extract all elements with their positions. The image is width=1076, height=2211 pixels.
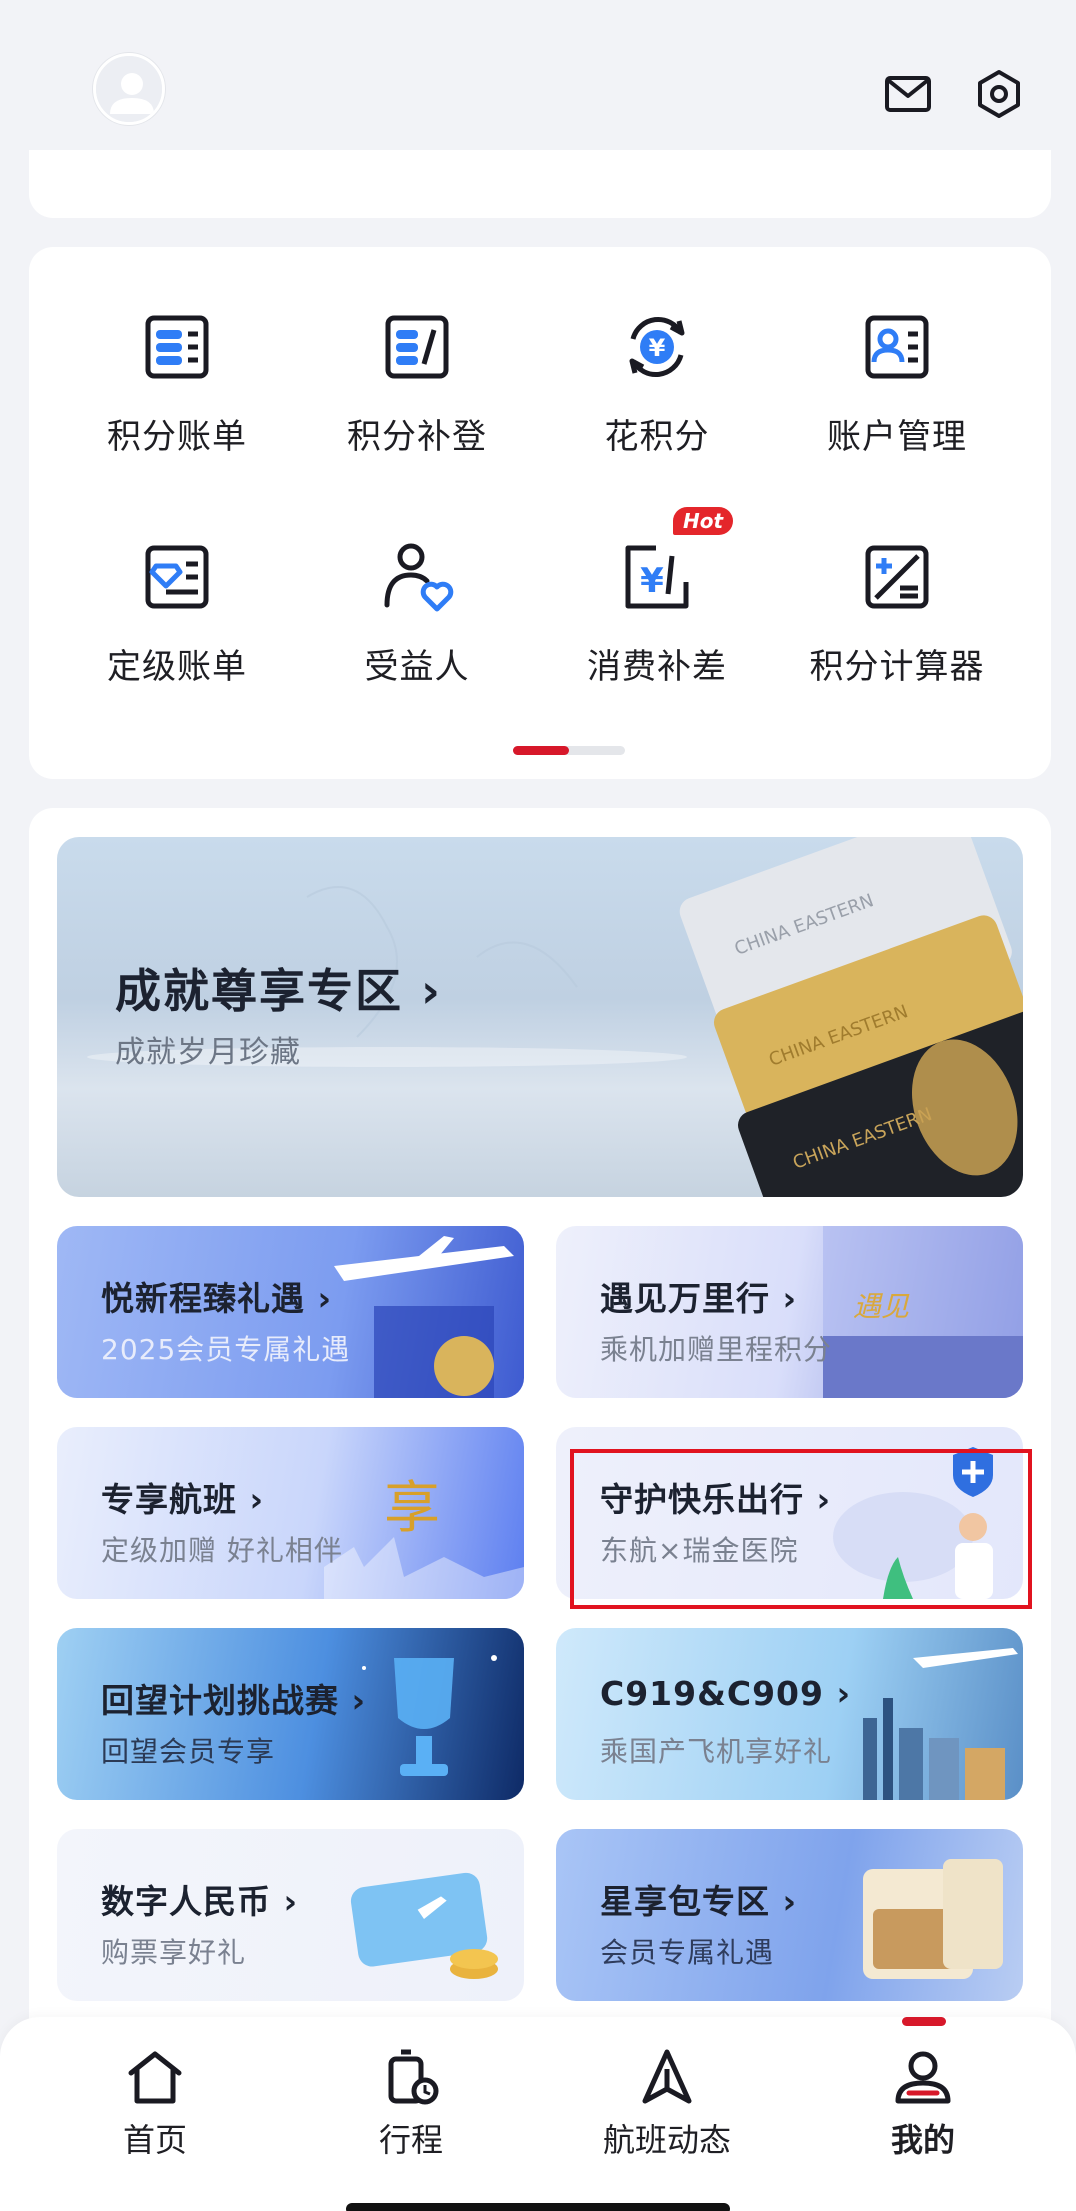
service-spend-points[interactable]: ¥ 花积分: [537, 307, 777, 507]
service-points-supplement[interactable]: 积分补登: [297, 307, 537, 507]
page-indicator-active: [513, 746, 569, 755]
home-icon: [128, 2051, 182, 2104]
achievement-banner[interactable]: CHINA EASTERN CHINA EASTERN CHINA EASTER…: [57, 837, 1023, 1197]
trip-luggage-icon: [388, 2049, 439, 2105]
nav-label: 首页: [122, 2121, 187, 2159]
promo-subtitle: 乘国产飞机享好礼: [600, 1735, 833, 1768]
promo-title: 回望计划挑战赛 ›: [101, 1681, 367, 1720]
promo-subtitle: 乘机加赠里程积分: [600, 1333, 833, 1366]
nav-label: 我的: [890, 2121, 955, 2159]
nav-label: 航班动态: [602, 2121, 731, 2159]
nav-home[interactable]: 首页: [55, 2049, 255, 2161]
svg-text:¥: ¥: [649, 334, 666, 362]
service-account-manage[interactable]: 账户管理: [777, 307, 1017, 507]
promo-subtitle: 会员专属礼遇: [600, 1936, 775, 1969]
banner-subtitle: 成就岁月珍藏: [115, 1035, 301, 1070]
settings-hex-icon[interactable]: [971, 66, 1027, 122]
service-label: 花积分: [604, 417, 710, 457]
svg-text:¥: ¥: [640, 561, 664, 601]
service-label: 定级账单: [107, 647, 247, 687]
promo-title: 遇见万里行 ›: [600, 1279, 798, 1318]
bottom-nav: 首页 行程 航班动态 我的: [0, 2017, 1076, 2211]
promo-title: 专享航班 ›: [101, 1480, 265, 1519]
promo-tile-yuexincheng[interactable]: 悦新程臻礼遇 › 2025会员专属礼遇: [57, 1226, 524, 1398]
airplane-gift-illustration: [334, 1236, 514, 1398]
promo-tile-lookback-challenge[interactable]: 回望计划挑战赛 › 回望会员专享: [57, 1628, 524, 1800]
highlight-box: [570, 1449, 1032, 1609]
promo-subtitle: 定级加赠 好礼相伴: [101, 1534, 343, 1567]
promo-subtitle: 回望会员专享: [101, 1735, 276, 1768]
mail-icon[interactable]: [880, 66, 936, 122]
travel-pass-illustration: [863, 1859, 1003, 1979]
promo-title: 星享包专区 ›: [600, 1882, 798, 1921]
tier-bill-icon: [137, 537, 217, 617]
nav-label: 行程: [378, 2121, 443, 2159]
svg-text:享: 享: [384, 1476, 440, 1541]
promo-title: 数字人民币 ›: [101, 1882, 299, 1921]
ticket-coins-illustration: [350, 1872, 498, 1979]
promo-tile-digital-rmb[interactable]: 数字人民币 › 购票享好礼: [57, 1829, 524, 2001]
promo-tile-exclusive-flight[interactable]: 享 专享航班 › 定级加赠 好礼相伴: [57, 1427, 524, 1599]
service-label: 积分计算器: [809, 647, 985, 687]
promo-title: 悦新程臻礼遇 ›: [101, 1279, 333, 1318]
points-calculator-icon: [857, 537, 937, 617]
svg-text:遇见: 遇见: [853, 1290, 910, 1323]
promo-tile-c919-c909[interactable]: C919&C909 › 乘国产飞机享好礼: [556, 1628, 1023, 1800]
city-skyline-airplane-illustration: [863, 1648, 1018, 1800]
service-tier-bill[interactable]: 定级账单: [57, 537, 297, 737]
user-avatar[interactable]: [93, 53, 165, 125]
promo-subtitle: 2025会员专属礼遇: [101, 1333, 351, 1366]
service-consume-supplement[interactable]: ¥ Hot 消费补差: [537, 507, 777, 737]
user-avatar-icon: [96, 56, 162, 122]
nav-active-indicator: [902, 2017, 946, 2026]
nav-profile[interactable]: 我的: [823, 2049, 1023, 2161]
service-label: 积分账单: [107, 417, 247, 457]
promo-subtitle: 购票享好礼: [101, 1936, 247, 1969]
points-supplement-icon: [377, 307, 457, 387]
banner-title: 成就尊享专区 ›: [115, 964, 442, 1018]
home-indicator-bar[interactable]: [346, 2203, 730, 2211]
profile-icon: [895, 2051, 951, 2104]
nav-flight-status[interactable]: 航班动态: [567, 2049, 767, 2161]
calligraphy-skyline-illustration: 享: [324, 1476, 524, 1599]
flight-status-icon: [642, 2049, 692, 2104]
service-beneficiary[interactable]: 受益人: [297, 537, 537, 737]
service-label: 受益人: [364, 647, 470, 687]
member-card-bottom: [29, 150, 1051, 218]
account-manage-icon: [857, 307, 937, 387]
service-label: 账户管理: [827, 417, 967, 457]
points-bill-icon: [137, 307, 217, 387]
promo-tile-wanlixing[interactable]: 遇见 遇见万里行 › 乘机加赠里程积分: [556, 1226, 1023, 1398]
hot-badge: Hot: [673, 507, 734, 535]
beneficiary-icon: [377, 537, 457, 617]
spend-points-icon: ¥: [617, 307, 697, 387]
service-points-calculator[interactable]: 积分计算器: [777, 537, 1017, 737]
sunset-sea-illustration: 遇见: [823, 1226, 1023, 1398]
service-points-bill[interactable]: 积分账单: [57, 307, 297, 507]
consume-supplement-icon: ¥ Hot: [617, 507, 734, 617]
promo-title: C919&C909 ›: [600, 1674, 852, 1713]
service-label: 消费补差: [587, 647, 727, 687]
promo-tile-star-package[interactable]: 星享包专区 › 会员专属礼遇: [556, 1829, 1023, 2001]
nav-trip[interactable]: 行程: [311, 2049, 511, 2161]
service-label: 积分补登: [347, 417, 487, 457]
